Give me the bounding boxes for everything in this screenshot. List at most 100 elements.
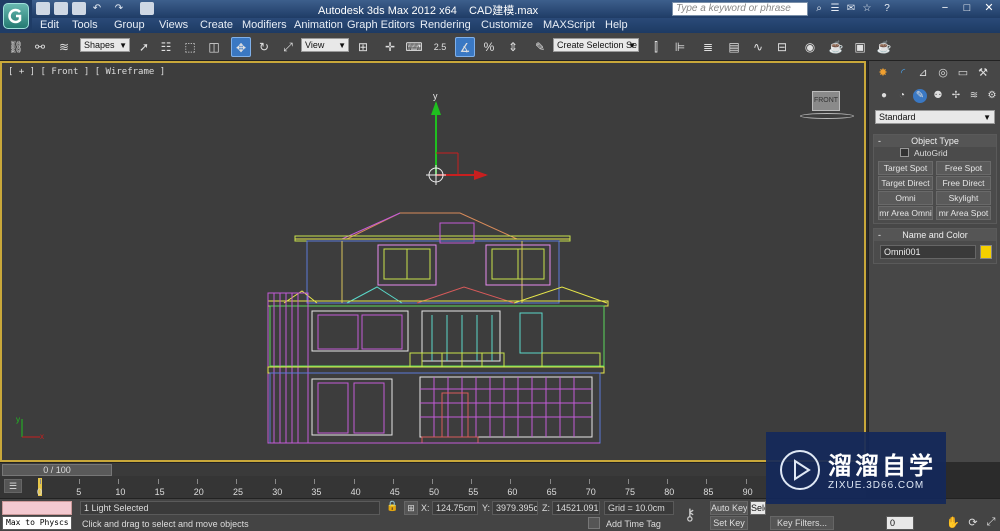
rectangular-selection-button[interactable]: ⬚: [180, 37, 200, 57]
selection-filter-dropdown[interactable]: Shapes ▼: [80, 38, 130, 52]
search-input[interactable]: Type a keyword or phrase: [672, 2, 808, 16]
y-coord-field[interactable]: 3979.395c: [492, 501, 538, 515]
object-category-dropdown[interactable]: Standard ▼: [875, 110, 995, 124]
maxscript-mini-listener-top[interactable]: [2, 501, 72, 515]
menu-tools[interactable]: Tools: [72, 19, 98, 31]
select-manipulate-button[interactable]: ✛: [380, 37, 400, 57]
cameras-icon[interactable]: ⚉: [931, 89, 945, 103]
x-coord-field[interactable]: 124.75cm: [432, 501, 478, 515]
lock-icon[interactable]: 🔒: [386, 501, 398, 515]
favorites-icon[interactable]: ☆: [860, 2, 874, 15]
select-and-scale-button[interactable]: ⤢: [278, 37, 298, 57]
menu-customize[interactable]: Customize: [481, 19, 533, 31]
object-name-input[interactable]: Omni001: [880, 245, 976, 259]
communication-center-icon[interactable]: ✉: [844, 2, 858, 15]
display-tab-icon[interactable]: ▭: [955, 65, 971, 81]
set-key-icon[interactable]: ⚷: [684, 505, 696, 525]
viewcube-ring[interactable]: [800, 113, 854, 119]
target-direct-button[interactable]: Target Direct: [878, 176, 933, 190]
window-crossing-button[interactable]: ◫: [204, 37, 224, 57]
subscription-icon[interactable]: ☰: [828, 2, 842, 15]
minimize-button[interactable]: −: [934, 0, 956, 16]
object-color-swatch[interactable]: [980, 245, 992, 259]
help-icon[interactable]: ?: [880, 2, 894, 15]
modify-tab-icon[interactable]: ◜: [895, 65, 911, 81]
maxscript-mini-listener[interactable]: Max to Physcs (: [2, 516, 72, 530]
graphite-tools-button[interactable]: ▤: [724, 37, 744, 57]
menu-group[interactable]: Group: [114, 19, 145, 31]
select-and-rotate-button[interactable]: ↻: [254, 37, 274, 57]
schematic-view-button[interactable]: ⊟: [772, 37, 792, 57]
name-and-color-header[interactable]: - Name and Color: [874, 229, 996, 241]
redo-icon[interactable]: ↷: [112, 2, 126, 15]
viewcube-front-face[interactable]: FRONT: [812, 91, 840, 111]
target-spot-button[interactable]: Target Spot: [878, 161, 933, 175]
helpers-icon[interactable]: ✢: [949, 89, 963, 103]
utilities-tab-icon[interactable]: ⚒: [975, 65, 991, 81]
material-editor-button[interactable]: ◉: [800, 37, 820, 57]
orbit-icon[interactable]: ⟳: [966, 516, 980, 530]
menu-create[interactable]: Create: [200, 19, 233, 31]
motion-tab-icon[interactable]: ◎: [935, 65, 951, 81]
hierarchy-tab-icon[interactable]: ⊿: [915, 65, 931, 81]
menu-help[interactable]: Help: [605, 19, 628, 31]
time-slider-thumb[interactable]: 0 / 100: [2, 464, 112, 476]
systems-icon[interactable]: ⚙: [985, 89, 999, 103]
app-menu-button[interactable]: [0, 0, 32, 36]
binoculars-icon[interactable]: ⌕: [812, 2, 826, 15]
render-setup-button[interactable]: ☕: [826, 37, 846, 57]
selected-dropdown[interactable]: Sele: [750, 501, 766, 515]
maximize-viewport-icon[interactable]: ⤢: [984, 516, 998, 530]
spinner-snap-button[interactable]: ⇕: [503, 37, 523, 57]
menu-animation[interactable]: Animation: [294, 19, 343, 31]
named-selection-dropdown[interactable]: Create Selection Se ▼: [553, 38, 639, 52]
auto-key-button[interactable]: Auto Key: [710, 501, 748, 515]
layer-manager-button[interactable]: ≣: [698, 37, 718, 57]
viewcube[interactable]: FRONT: [798, 91, 858, 123]
maximize-button[interactable]: □: [956, 0, 978, 16]
free-spot-button[interactable]: Free Spot: [936, 161, 991, 175]
menu-modifiers[interactable]: Modifiers: [242, 19, 287, 31]
track-bar[interactable]: ☰ 0 5 10 15 20 25 30 35 40 45 50 55 60 65 70 75 80 85 90: [0, 476, 866, 498]
bind-to-space-warp-button[interactable]: ≋: [54, 37, 74, 57]
pivot-center-button[interactable]: ⊞: [353, 37, 373, 57]
move-gizmo[interactable]: [426, 101, 488, 185]
menu-rendering[interactable]: Rendering: [420, 19, 471, 31]
angle-snap-button[interactable]: ∡: [455, 37, 475, 57]
house-wireframe[interactable]: [267, 212, 609, 444]
mr-area-spot-button[interactable]: mr Area Spot: [936, 206, 991, 220]
project-folder-icon[interactable]: [140, 2, 154, 15]
unlink-selection-button[interactable]: ⚯: [30, 37, 50, 57]
undo-icon[interactable]: ↶: [90, 2, 104, 15]
add-time-tag-button[interactable]: Add Time Tag: [606, 519, 661, 529]
save-file-icon[interactable]: [72, 2, 86, 15]
create-tab-icon[interactable]: ✸: [875, 65, 891, 81]
close-button[interactable]: ✕: [978, 0, 1000, 16]
shapes-icon[interactable]: ◔: [895, 89, 909, 103]
keyboard-shortcut-override-button[interactable]: ⌨: [404, 37, 424, 57]
front-viewport[interactable]: [ + ] [ Front ] [ Wireframe ] y y x FRON…: [0, 61, 866, 462]
key-filters-button[interactable]: Key Filters...: [770, 516, 834, 530]
menu-views[interactable]: Views: [159, 19, 188, 31]
reference-coordinate-dropdown[interactable]: View ▼: [301, 38, 349, 52]
omni-button[interactable]: Omni: [878, 191, 933, 205]
render-production-button[interactable]: ☕: [874, 37, 894, 57]
edit-named-selection-button[interactable]: ✎: [530, 37, 550, 57]
current-frame-field[interactable]: 0: [886, 516, 914, 530]
mr-area-omni-button[interactable]: mr Area Omni: [878, 206, 933, 220]
select-and-move-button[interactable]: ✥: [231, 37, 251, 57]
mini-curve-editor-icon[interactable]: ☰: [4, 479, 22, 493]
menu-edit[interactable]: Edit: [40, 19, 59, 31]
align-button[interactable]: ⊫: [670, 37, 690, 57]
open-file-icon[interactable]: [54, 2, 68, 15]
snaps-toggle-button[interactable]: 2.5: [430, 37, 450, 57]
autogrid-checkbox[interactable]: [900, 148, 909, 157]
new-file-icon[interactable]: [36, 2, 50, 15]
object-type-header[interactable]: - Object Type: [874, 135, 996, 147]
select-by-name-button[interactable]: ☷: [156, 37, 176, 57]
set-key-button[interactable]: Set Key: [710, 516, 748, 530]
time-slider[interactable]: 0 / 100 >: [0, 462, 866, 476]
free-direct-button[interactable]: Free Direct: [936, 176, 991, 190]
menu-graph-editors[interactable]: Graph Editors: [347, 19, 415, 31]
geometry-icon[interactable]: ●: [877, 89, 891, 103]
